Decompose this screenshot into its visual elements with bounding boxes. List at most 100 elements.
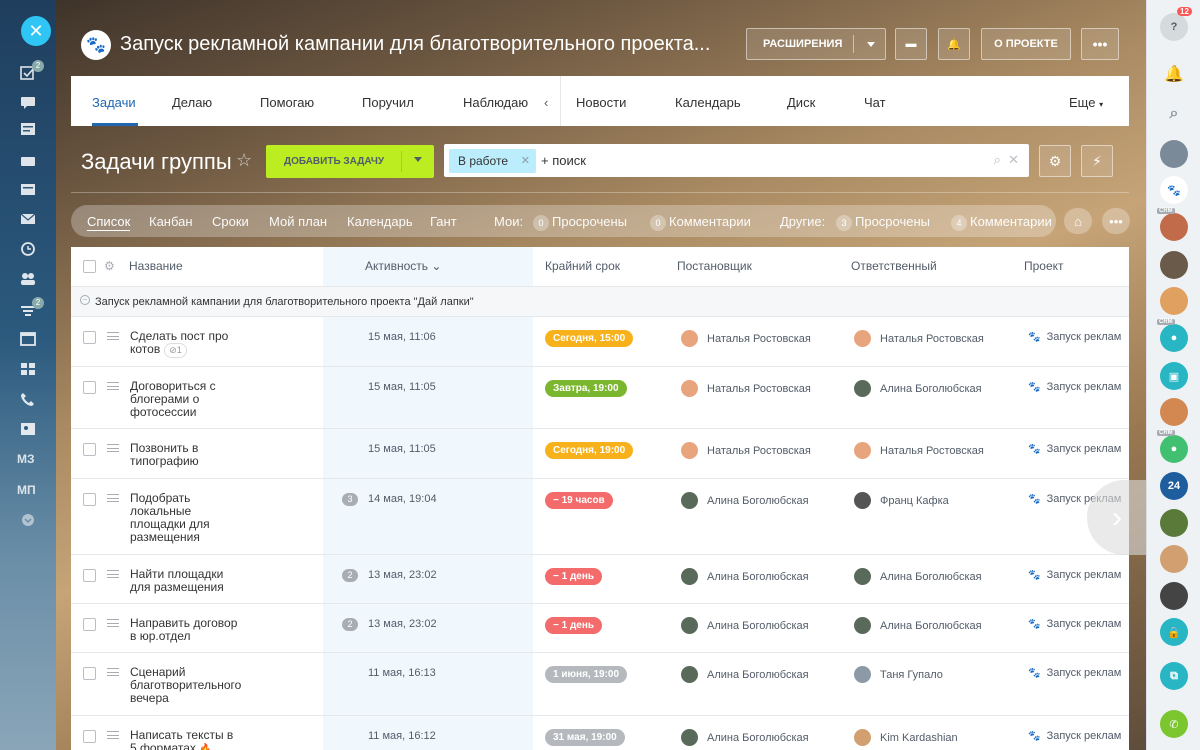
column-creator[interactable]: Постановщик — [677, 259, 752, 273]
row-checkbox[interactable] — [83, 667, 96, 680]
search-input[interactable]: В работе ✕ + поиск ⌕ ✕ — [444, 144, 1029, 177]
search-icon[interactable]: ⌕ — [994, 152, 1001, 167]
drag-handle-icon[interactable] — [107, 444, 119, 452]
responsible[interactable]: Наталья Ростовская — [854, 330, 984, 347]
deadline-badge[interactable]: 31 мая, 19:00 — [545, 729, 625, 746]
creator[interactable]: Наталья Ростовская — [681, 330, 811, 347]
tab-assigned[interactable]: Поручил — [362, 95, 414, 110]
view-gantt[interactable]: Гант — [430, 214, 457, 229]
table-row[interactable]: Сделать пост про котов ⊘1 15 мая, 11:06 Сег… — [71, 317, 1129, 367]
row-checkbox[interactable] — [83, 730, 96, 743]
screen-share-icon[interactable]: ⧉ — [1160, 662, 1188, 690]
responsible[interactable]: Алина Боголюбская — [854, 568, 982, 585]
project-cell[interactable]: 🐾 Запуск реклам — [1028, 443, 1121, 455]
project-cell[interactable]: 🐾 Запуск реклам — [1028, 569, 1121, 581]
menu-mp[interactable]: МП — [17, 483, 36, 497]
inbox-icon[interactable] — [20, 154, 36, 168]
avatar[interactable]: CRM — [1157, 208, 1188, 241]
chevron-down-icon[interactable] — [20, 513, 36, 527]
responsible[interactable]: Франц Кафка — [854, 492, 949, 509]
row-checkbox[interactable] — [83, 443, 96, 456]
table-row[interactable]: Направить договор в юр.отдел 2 13 мая, 23:… — [71, 604, 1129, 653]
tab-news[interactable]: Новости — [576, 95, 626, 110]
creator[interactable]: Алина Боголюбская — [681, 729, 809, 746]
project-cell[interactable]: 🐾 Запуск реклам — [1028, 331, 1121, 343]
add-task-button[interactable]: ДОБАВИТЬ ЗАДАЧУ — [266, 145, 434, 178]
group-row[interactable]: − Запуск рекламной кампании для благотво… — [71, 287, 1129, 317]
tab-doing[interactable]: Делаю — [172, 95, 212, 110]
deadline-badge[interactable]: − 19 часов — [545, 492, 613, 509]
search-icon[interactable]: ⌕ — [1160, 100, 1188, 128]
avatar[interactable] — [1160, 545, 1188, 573]
bell-icon[interactable]: 🔔 — [1160, 60, 1188, 88]
select-all-checkbox[interactable] — [83, 260, 96, 273]
mail-icon[interactable] — [20, 212, 36, 226]
android-icon[interactable]: ⌂ — [1064, 208, 1092, 234]
phone-icon[interactable] — [20, 392, 36, 406]
column-activity[interactable]: Активность ⌄ — [365, 259, 441, 273]
avatar[interactable] — [1160, 140, 1188, 168]
deadline-badge[interactable]: 1 июня, 19:00 — [545, 666, 628, 683]
window-icon[interactable] — [20, 332, 36, 346]
chevron-down-icon[interactable] — [414, 157, 422, 162]
responsible[interactable]: Алина Боголюбская — [854, 617, 982, 634]
table-row[interactable]: Найти площадки для размещения 2 13 мая, 23… — [71, 555, 1129, 604]
column-responsible[interactable]: Ответственный — [851, 259, 937, 273]
calendar-icon[interactable] — [20, 182, 36, 196]
gear-icon[interactable]: ⚙ — [104, 259, 115, 273]
clock-icon[interactable] — [20, 242, 36, 256]
deadline-badge[interactable]: Сегодня, 19:00 — [545, 442, 634, 459]
feed-icon[interactable] — [20, 122, 36, 136]
about-project-button[interactable]: О ПРОЕКТЕ — [981, 28, 1071, 60]
extensions-button[interactable]: РАСШИРЕНИЯ — [746, 28, 886, 60]
more-icon[interactable]: ••• — [1102, 208, 1130, 234]
tab-tasks[interactable]: Задачи — [92, 95, 136, 110]
avatar[interactable] — [1160, 509, 1188, 537]
view-my-plan[interactable]: Мой план — [269, 214, 327, 229]
creator[interactable]: Алина Боголюбская — [681, 617, 809, 634]
bitrix24-icon[interactable]: 24 — [1160, 472, 1188, 500]
task-name[interactable]: Сделать пост про котов ⊘1 — [130, 330, 242, 358]
row-checkbox[interactable] — [83, 331, 96, 344]
tab-watching[interactable]: Наблюдаю — [463, 95, 528, 110]
table-row[interactable]: Написать тексты в 5 форматах 🔥 11 мая, 16… — [71, 716, 1129, 750]
lock-icon[interactable]: 🔒 — [1160, 618, 1188, 646]
table-row[interactable]: Подобрать локальные площадки для размеще… — [71, 479, 1129, 555]
users-icon[interactable] — [20, 272, 36, 286]
avatar[interactable] — [1160, 251, 1188, 279]
menu-mz[interactable]: МЗ — [17, 452, 35, 466]
table-row[interactable]: Договориться с блогерами о фотосессии 15 … — [71, 367, 1129, 429]
drag-handle-icon[interactable] — [107, 332, 119, 340]
chat-icon[interactable] — [20, 96, 36, 110]
creator[interactable]: Наталья Ростовская — [681, 380, 811, 397]
row-checkbox[interactable] — [83, 381, 96, 394]
deadline-badge[interactable]: − 1 день — [545, 568, 603, 585]
row-checkbox[interactable] — [83, 493, 96, 506]
paw-icon[interactable]: 🐾 — [1160, 176, 1188, 204]
view-deadlines[interactable]: Сроки — [212, 214, 249, 229]
table-row[interactable]: Позвонить в типографию 15 мая, 11:05 Сегод… — [71, 429, 1129, 479]
drag-handle-icon[interactable] — [107, 731, 119, 739]
notifications-button[interactable]: 🔔 — [938, 28, 970, 60]
tab-helping[interactable]: Помогаю — [260, 95, 314, 110]
responsible[interactable]: Kim Kardashian — [854, 729, 958, 746]
row-checkbox[interactable] — [83, 569, 96, 582]
tab-more[interactable]: Еще ▾ — [1069, 95, 1103, 110]
responsible[interactable]: Таня Гупало — [854, 666, 943, 683]
deadline-badge[interactable]: Завтра, 19:00 — [545, 380, 627, 397]
avatar[interactable] — [1160, 287, 1188, 315]
column-name[interactable]: Название — [129, 259, 183, 273]
view-kanban[interactable]: Канбан — [149, 214, 193, 229]
more-button[interactable]: ••• — [1081, 28, 1119, 60]
others-overdue-counter[interactable]: 3 Просрочены — [836, 214, 930, 231]
responsible[interactable]: Алина Боголюбская — [854, 380, 982, 397]
collapse-icon[interactable]: − — [80, 295, 90, 305]
user-icon[interactable]: ● CRM — [1157, 430, 1188, 463]
contact-card-icon[interactable] — [20, 422, 36, 436]
tab-chat[interactable]: Чат — [864, 95, 886, 110]
creator[interactable]: Наталья Ростовская — [681, 442, 811, 459]
chevron-left-icon[interactable]: ‹ — [544, 95, 548, 110]
creator[interactable]: Алина Боголюбская — [681, 492, 809, 509]
robots-button[interactable]: ⚡ — [1081, 145, 1113, 177]
avatar[interactable] — [1160, 398, 1188, 426]
